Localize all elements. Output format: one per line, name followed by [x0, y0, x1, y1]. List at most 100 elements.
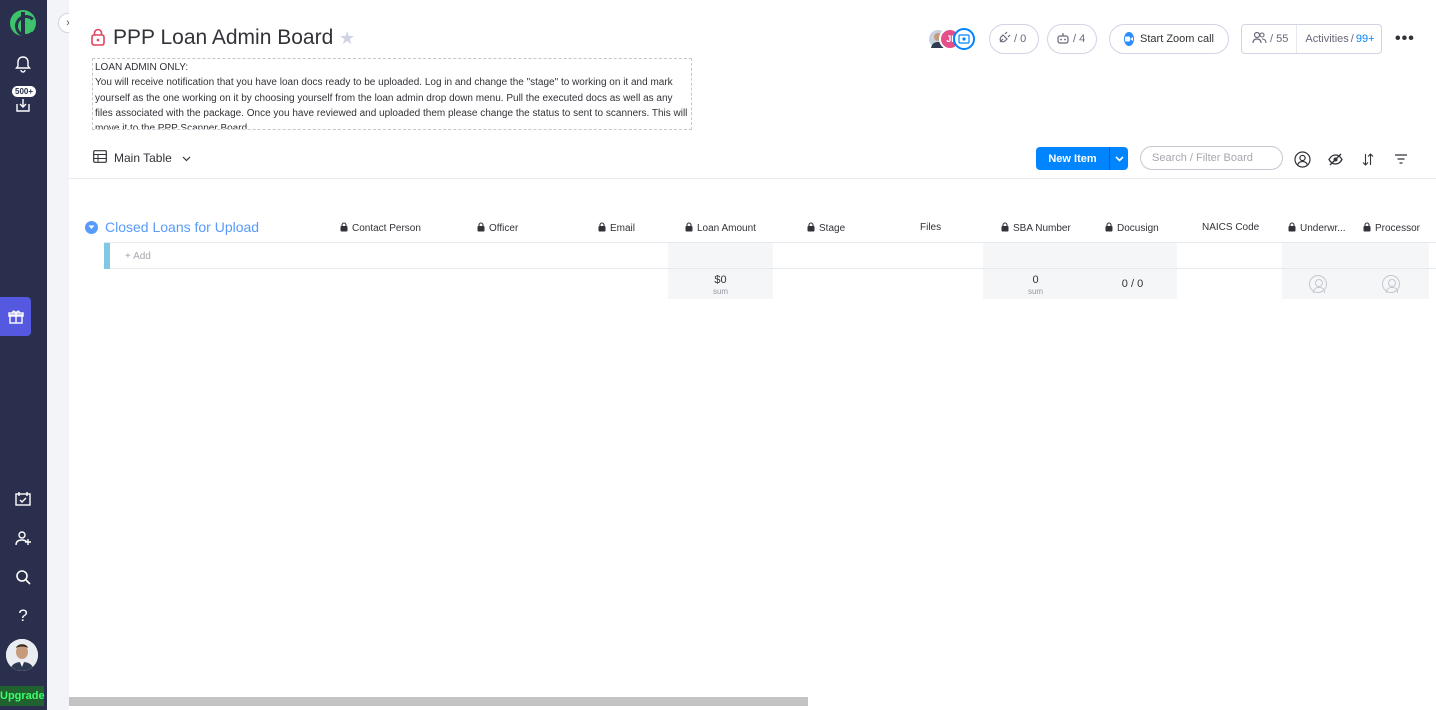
plug-icon	[998, 31, 1011, 47]
person-filter-icon[interactable]	[1293, 150, 1311, 168]
robot-icon	[1056, 32, 1070, 47]
horizontal-scrollbar[interactable]	[69, 697, 808, 706]
monday-logo[interactable]	[10, 10, 37, 37]
app: 500+ ? Upgrade › PPP Loan Admin Board ★	[0, 0, 1436, 710]
help-icon[interactable]: ?	[11, 604, 35, 628]
lock-icon	[91, 28, 105, 51]
automations-button[interactable]: / 4	[1047, 24, 1097, 54]
gift-icon	[7, 310, 24, 324]
members-icon	[1252, 31, 1267, 47]
calendar-check-icon[interactable]	[11, 487, 35, 511]
lock-icon	[1363, 222, 1371, 235]
integrations-button[interactable]: / 0	[989, 24, 1039, 54]
column-header-underwriter[interactable]: Underwr...	[1288, 222, 1346, 235]
activities-label: Activities	[1305, 33, 1349, 45]
column-label: Processor	[1375, 223, 1421, 234]
view-label: Main Table	[114, 151, 172, 165]
column-header-processor[interactable]: Processor	[1363, 222, 1420, 235]
sort-icon[interactable]	[1359, 150, 1377, 168]
people-summary-bg	[1282, 269, 1429, 299]
start-zoom-call-button[interactable]: Start Zoom call	[1109, 24, 1229, 54]
docusign-summary-value: 0 / 0	[1121, 278, 1144, 290]
board-area: PPP Loan Admin Board ★ LOAN ADMIN ONLY: …	[69, 0, 1436, 710]
group-header[interactable]: Closed Loans for Upload	[85, 219, 259, 235]
new-item-button[interactable]: New Item	[1036, 147, 1128, 170]
members-button[interactable]: / 55	[1242, 25, 1298, 53]
lock-icon	[340, 222, 348, 235]
column-header-sba-number[interactable]: SBA Number	[1001, 222, 1071, 235]
left-rail: 500+ ? Upgrade	[0, 0, 47, 710]
column-label: NAICS Code	[1202, 222, 1260, 233]
user-avatar[interactable]	[6, 639, 38, 671]
group-collapse-icon[interactable]	[85, 220, 98, 234]
column-header-loan-amount[interactable]: Loan Amount	[685, 222, 756, 235]
activities-button[interactable]: Activities / 99+	[1297, 25, 1382, 53]
column-label: Contact Person	[352, 223, 421, 234]
bell-icon[interactable]	[11, 52, 35, 76]
table-icon	[93, 150, 107, 166]
group-title[interactable]: Closed Loans for Upload	[105, 219, 259, 235]
sba-number-sum-label: sum	[1027, 287, 1044, 296]
column-header-email[interactable]: Email	[598, 222, 635, 235]
column-label: Docusign	[1117, 223, 1159, 234]
column-label: Files	[920, 222, 942, 233]
column-label: Loan Amount	[697, 223, 756, 234]
column-header-docusign[interactable]: Docusign	[1105, 222, 1159, 235]
integrations-count: / 0	[1014, 33, 1027, 45]
team-icon	[953, 28, 975, 50]
lock-icon	[598, 222, 606, 235]
loan-amount-sum[interactable]: $0 sum	[668, 274, 773, 296]
more-options-icon[interactable]: •••	[1395, 30, 1415, 48]
search-icon[interactable]	[11, 565, 35, 589]
add-user-icon[interactable]	[11, 526, 35, 550]
column-label: Officer	[489, 223, 519, 234]
docusign-summary[interactable]: 0 / 0	[1088, 278, 1177, 290]
automations-count: / 4	[1073, 33, 1086, 45]
column-label: Stage	[819, 223, 846, 234]
new-item-dropdown-icon[interactable]	[1110, 154, 1128, 164]
column-label: Underwr...	[1300, 223, 1346, 234]
sba-number-sum[interactable]: 0 sum	[983, 274, 1088, 296]
members-count: / 55	[1270, 33, 1289, 45]
gift-button[interactable]	[0, 297, 31, 336]
lock-icon	[685, 222, 693, 235]
people-cell-bg	[1282, 243, 1429, 268]
lock-icon	[477, 222, 485, 235]
add-item-input[interactable]: + Add	[125, 251, 151, 262]
toolbar-divider	[69, 178, 1436, 179]
filter-icon[interactable]	[1392, 150, 1410, 168]
zoom-label: Start Zoom call	[1140, 33, 1214, 45]
column-header-officer[interactable]: Officer	[477, 222, 518, 235]
column-header-stage[interactable]: Stage	[807, 222, 845, 235]
inbox-icon[interactable]	[11, 93, 35, 117]
rail-divider	[47, 0, 69, 710]
processor-person-icon[interactable]	[1382, 275, 1400, 293]
hide-columns-icon[interactable]	[1326, 150, 1344, 168]
board-title[interactable]: PPP Loan Admin Board	[113, 26, 333, 50]
column-label: SBA Number	[1013, 223, 1071, 234]
board-description[interactable]: LOAN ADMIN ONLY: You will receive notifi…	[92, 58, 692, 130]
search-filter-input[interactable]	[1140, 146, 1283, 170]
star-icon[interactable]: ★	[339, 28, 355, 49]
new-item-label: New Item	[1048, 152, 1097, 165]
sba-number-sum-value: 0	[1032, 274, 1039, 286]
chevron-down-icon[interactable]	[182, 151, 191, 165]
lock-icon	[807, 222, 815, 235]
main-table-view-tab[interactable]: Main Table	[93, 150, 191, 166]
loan-amount-sum-label: sum	[712, 287, 729, 296]
activities-count: 99+	[1355, 33, 1375, 45]
column-label: Email	[610, 223, 636, 234]
column-header-naics-code[interactable]: NAICS Code	[1202, 222, 1259, 233]
column-header-contact-person[interactable]: Contact Person	[340, 222, 421, 235]
lock-icon	[1001, 222, 1009, 235]
column-header-files[interactable]: Files	[920, 222, 941, 233]
zoom-icon	[1124, 32, 1135, 46]
lock-icon	[1105, 222, 1113, 235]
members-activities-box: / 55 Activities / 99+	[1241, 24, 1382, 54]
lock-icon	[1288, 222, 1296, 235]
loan-amount-sum-value: $0	[714, 274, 727, 286]
upgrade-button[interactable]: Upgrade	[0, 686, 45, 706]
loan-amount-cell-bg	[668, 243, 773, 268]
sba-docusign-cell-bg	[983, 243, 1177, 268]
underwriter-person-icon[interactable]	[1309, 275, 1327, 293]
